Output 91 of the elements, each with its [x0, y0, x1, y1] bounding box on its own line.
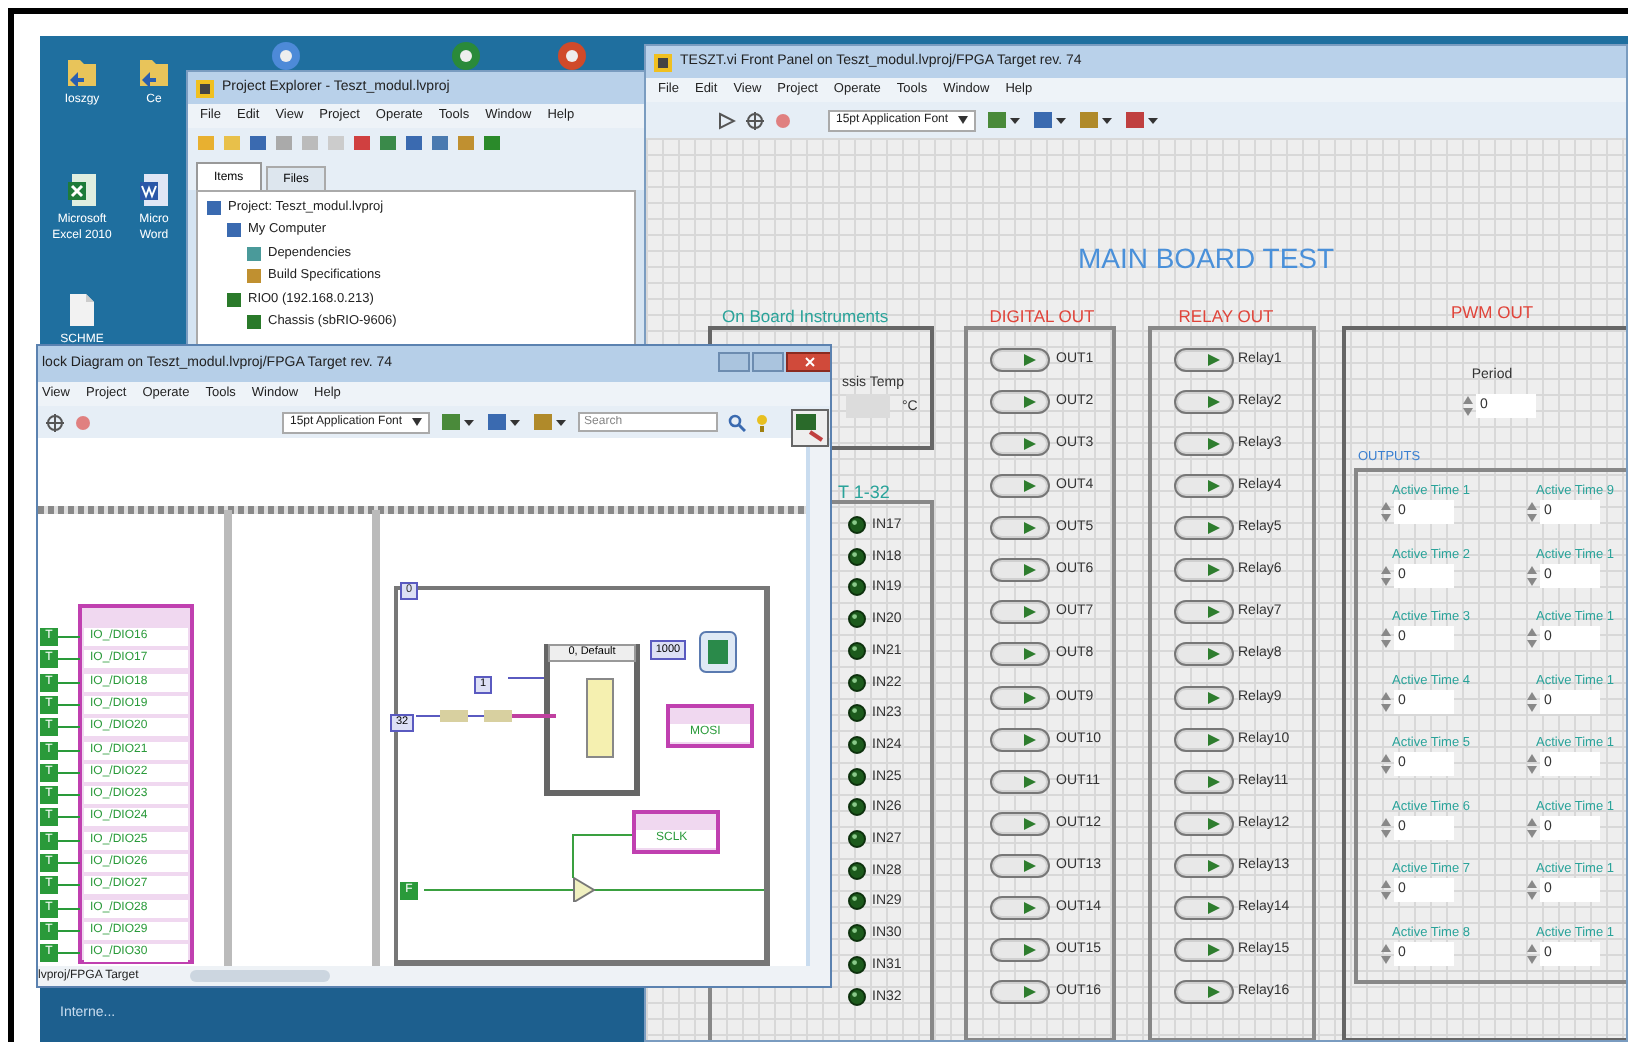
app-icon[interactable] — [270, 40, 302, 72]
array-node — [586, 678, 614, 758]
toggle-switch[interactable] — [990, 516, 1050, 541]
toggle-switch[interactable] — [990, 685, 1050, 710]
run-continuously-icon[interactable] — [46, 413, 64, 431]
toggle-switch[interactable] — [1174, 600, 1234, 625]
toolbar-dropdown-icon[interactable] — [440, 412, 477, 432]
close-icon — [804, 356, 816, 368]
toggle-switch[interactable] — [990, 895, 1050, 920]
section-label: RELAY OUT — [1176, 304, 1276, 330]
spinner-arrows-icon[interactable] — [1526, 500, 1538, 524]
toggle-switch[interactable] — [1174, 390, 1234, 415]
toggle-switch[interactable] — [1174, 516, 1234, 541]
toggle-switch[interactable] — [1174, 853, 1234, 878]
toggle-switch[interactable] — [1174, 727, 1234, 752]
toggle-switch[interactable] — [1174, 642, 1234, 667]
section-label: PWM OUT — [1448, 300, 1536, 326]
toggle-switch[interactable] — [1174, 980, 1234, 1005]
tree-node-icon — [226, 222, 242, 239]
spinner-arrows-icon[interactable] — [1526, 815, 1538, 839]
close-button[interactable] — [786, 352, 830, 372]
toggle-switch[interactable] — [1174, 811, 1234, 836]
toolbar-dropdown-icon[interactable] — [532, 412, 569, 432]
spinner-arrows-icon[interactable] — [1526, 941, 1538, 965]
toggle-switch[interactable] — [990, 980, 1050, 1005]
caret-icon — [412, 418, 423, 426]
spinner-arrows-icon[interactable] — [1526, 689, 1538, 713]
spinner-arrows-icon[interactable] — [1380, 878, 1392, 902]
abort-icon[interactable] — [774, 111, 792, 129]
toggle-switch[interactable] — [1174, 937, 1234, 962]
toolbar-dropdown-icon[interactable] — [1032, 110, 1069, 130]
toolbar-dropdown-icon[interactable] — [1078, 110, 1115, 130]
run-icon[interactable] — [718, 111, 736, 129]
tree-node-icon — [206, 199, 222, 216]
spinner-arrows-icon[interactable] — [1380, 500, 1392, 524]
toggle-switch[interactable] — [1174, 895, 1234, 920]
spinner-arrows-icon[interactable] — [1462, 394, 1474, 418]
app-icon[interactable] — [450, 40, 482, 72]
toolbar-dropdown-icon[interactable] — [486, 412, 523, 432]
spinner-arrows-icon[interactable] — [1380, 626, 1392, 650]
toggle-switch[interactable] — [990, 348, 1050, 372]
document-app-icon[interactable] — [138, 172, 170, 208]
toggle-switch[interactable] — [990, 642, 1050, 667]
panel-heading: MAIN BOARD TEST — [1075, 240, 1337, 278]
toggle-switch[interactable] — [1174, 474, 1234, 499]
toggle-switch[interactable] — [990, 600, 1050, 625]
app-icon — [196, 79, 214, 97]
spinner-arrows-icon[interactable] — [1526, 563, 1538, 587]
toggle-switch[interactable] — [990, 390, 1050, 415]
section-label: DIGITAL OUT — [987, 304, 1097, 330]
horizontal-scrollbar[interactable] — [190, 970, 331, 982]
toggle-switch[interactable] — [990, 853, 1050, 878]
tree-node-icon — [226, 291, 242, 308]
toggle-switch[interactable] — [1174, 558, 1234, 583]
tree-node-icon — [246, 245, 262, 262]
caret-icon — [958, 116, 969, 124]
toggle-switch[interactable] — [1174, 348, 1234, 372]
run-continuously-icon[interactable] — [746, 111, 764, 129]
document-icon[interactable] — [66, 292, 98, 328]
tree-node-icon — [246, 268, 262, 285]
spinner-arrows-icon[interactable] — [1526, 626, 1538, 650]
toggle-switch[interactable] — [990, 811, 1050, 836]
help-icon[interactable] — [756, 413, 769, 431]
toggle-switch[interactable] — [990, 558, 1050, 583]
spinner-arrows-icon[interactable] — [1380, 689, 1392, 713]
spinner-arrows-icon[interactable] — [1380, 752, 1392, 776]
spinner-arrows-icon[interactable] — [1380, 941, 1392, 965]
vi-icon[interactable] — [790, 408, 830, 448]
spinner-arrows-icon[interactable] — [1526, 752, 1538, 776]
app-icon — [654, 53, 672, 71]
spinner-arrows-icon[interactable] — [1380, 563, 1392, 587]
spinner-arrows-icon[interactable] — [1526, 878, 1538, 902]
section-label: On Board Instruments — [722, 304, 889, 330]
toggle-switch[interactable] — [990, 474, 1050, 499]
section-label: T 1-32 — [838, 480, 890, 506]
toggle-switch[interactable] — [990, 937, 1050, 962]
toggle-switch[interactable] — [1174, 685, 1234, 710]
spinner-arrows-icon[interactable] — [1380, 815, 1392, 839]
spreadsheet-app-icon[interactable] — [66, 172, 98, 208]
toggle-switch[interactable] — [1174, 432, 1234, 457]
toggle-switch[interactable] — [990, 727, 1050, 752]
app-icon[interactable] — [556, 40, 588, 72]
tree-node-icon — [246, 314, 262, 331]
toggle-switch[interactable] — [990, 432, 1050, 457]
abort-icon[interactable] — [74, 413, 92, 431]
toggle-switch[interactable] — [1174, 769, 1234, 794]
toggle-switch[interactable] — [990, 769, 1050, 794]
wait-timer-icon — [698, 630, 738, 674]
search-icon[interactable] — [728, 413, 747, 431]
toolbar-dropdown-icon[interactable] — [1124, 110, 1161, 130]
toolbar-dropdown-icon[interactable] — [986, 110, 1023, 130]
